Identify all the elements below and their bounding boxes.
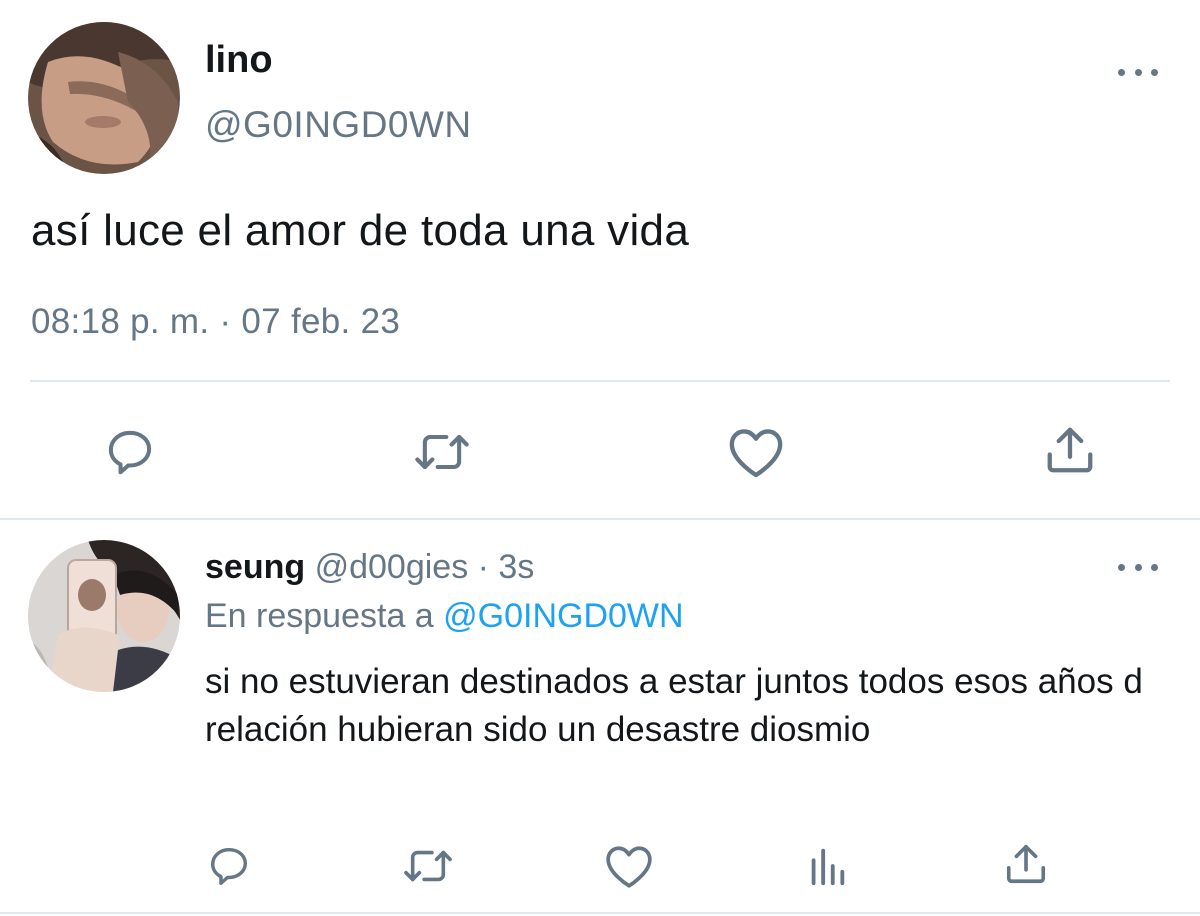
- main-tweet-text: así luce el amor de toda una vida: [31, 206, 690, 255]
- main-divider: [30, 380, 1170, 382]
- reply-icon[interactable]: [100, 422, 160, 482]
- main-tweet-timestamp: 08:18 p. m. · 07 feb. 23: [31, 302, 401, 341]
- share-icon[interactable]: [1040, 420, 1100, 480]
- reply-reply-icon[interactable]: [199, 836, 259, 896]
- reply-share-icon[interactable]: [996, 834, 1056, 894]
- section-divider: [0, 518, 1200, 520]
- main-author-avatar[interactable]: [28, 22, 180, 174]
- reply-retweet-icon[interactable]: [398, 836, 458, 896]
- main-author-name[interactable]: lino: [205, 38, 273, 82]
- bottom-divider: [0, 912, 1200, 914]
- reply-like-icon[interactable]: [599, 836, 659, 896]
- replying-to-label: En respuesta a: [205, 597, 434, 635]
- replying-to-mention[interactable]: @G0INGD0WN: [443, 597, 683, 635]
- reply-header: seung @d00gies · 3s: [205, 545, 534, 589]
- reply-text: si no estuvieran destinados a estar junt…: [205, 662, 1143, 749]
- reply-author-handle[interactable]: @d00gies: [315, 548, 469, 586]
- reply-more-options-icon[interactable]: [1118, 557, 1158, 577]
- main-author-handle[interactable]: @G0INGD0WN: [205, 103, 472, 147]
- retweet-icon[interactable]: [412, 422, 472, 482]
- like-icon[interactable]: [726, 422, 786, 482]
- replying-to-line: En respuesta a @G0INGD0WN: [205, 594, 684, 638]
- reply-author-avatar[interactable]: [28, 540, 180, 692]
- reply-separator: ·: [468, 548, 499, 586]
- reply-time-ago: 3s: [498, 548, 535, 586]
- reply-analytics-icon[interactable]: [797, 836, 857, 896]
- reply-author-name[interactable]: seung: [205, 548, 305, 586]
- main-more-options-icon[interactable]: [1118, 62, 1158, 82]
